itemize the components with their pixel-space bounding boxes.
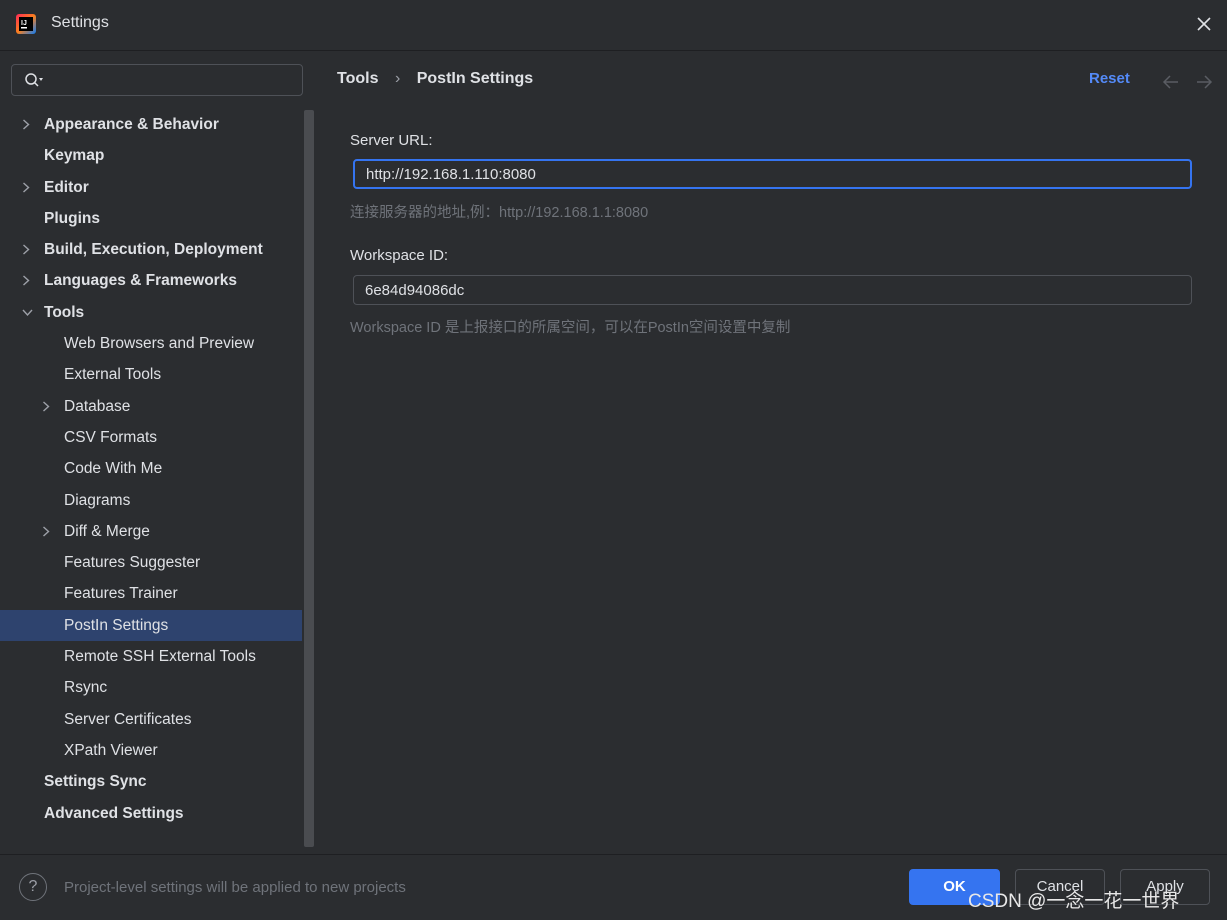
breadcrumb: Tools › PostIn Settings bbox=[337, 70, 533, 88]
watermark: CSDN @一念一花一世界 bbox=[968, 891, 1180, 912]
search-field[interactable] bbox=[11, 64, 303, 96]
forward-arrow-icon[interactable] bbox=[1195, 75, 1213, 89]
sidebar-item-build-execution-deployment[interactable]: Build, Execution, Deployment bbox=[0, 234, 302, 265]
sidebar-item-label: Features Suggester bbox=[64, 554, 201, 572]
sidebar-item-label: CSV Formats bbox=[64, 428, 158, 446]
sidebar-item-diagrams[interactable]: Diagrams bbox=[0, 485, 302, 516]
workspace-id-input[interactable] bbox=[354, 276, 1191, 304]
server-url-label: Server URL: bbox=[350, 132, 433, 149]
sidebar-item-label: Build, Execution, Deployment bbox=[44, 241, 263, 259]
sidebar-item-rsync[interactable]: Rsync bbox=[0, 672, 302, 703]
settings-sidebar: Appearance & Behavior Keymap Editor Plugins… bbox=[0, 51, 316, 854]
chevron-right-icon[interactable] bbox=[22, 182, 30, 193]
close-icon[interactable] bbox=[1193, 13, 1215, 35]
sidebar-item-plugins[interactable]: Plugins bbox=[0, 203, 302, 234]
sidebar-item-advanced-settings[interactable]: Advanced Settings bbox=[0, 798, 302, 829]
breadcrumb-parent[interactable]: Tools bbox=[337, 70, 378, 87]
chevron-right-icon[interactable] bbox=[22, 275, 30, 287]
sidebar-item-label: Diff & Merge bbox=[64, 522, 150, 540]
breadcrumb-current: PostIn Settings bbox=[416, 70, 534, 87]
sidebar-item-database[interactable]: Database bbox=[0, 391, 302, 422]
chevron-down-icon[interactable] bbox=[22, 309, 33, 317]
svg-text:IJ: IJ bbox=[21, 20, 27, 27]
help-button[interactable]: ? bbox=[19, 873, 47, 901]
sidebar-item-label: Diagrams bbox=[64, 491, 131, 509]
sidebar-item-web-browsers-and-preview[interactable]: Web Browsers and Preview bbox=[0, 328, 302, 359]
chevron-right-icon[interactable] bbox=[22, 119, 30, 130]
sidebar-item-label: Languages & Frameworks bbox=[44, 272, 237, 290]
sidebar-item-label: Remote SSH External Tools bbox=[64, 648, 256, 666]
search-input[interactable] bbox=[52, 69, 296, 93]
workspace-id-field[interactable] bbox=[353, 275, 1192, 305]
sidebar-item-remote-ssh-external-tools[interactable]: Remote SSH External Tools bbox=[0, 641, 302, 672]
server-url-hint: 连接服务器的地址,例：http://192.168.1.1:8080 bbox=[350, 205, 649, 221]
sidebar-item-features-suggester[interactable]: Features Suggester bbox=[0, 547, 302, 578]
sidebar-item-label: Tools bbox=[44, 303, 85, 321]
chevron-right-icon[interactable] bbox=[22, 244, 30, 255]
settings-content: Tools › PostIn Settings Reset Server URL… bbox=[316, 51, 1227, 854]
settings-tree: Appearance & Behavior Keymap Editor Plugins… bbox=[0, 109, 302, 829]
sidebar-item-external-tools[interactable]: External Tools bbox=[0, 359, 302, 390]
sidebar-item-csv-formats[interactable]: CSV Formats bbox=[0, 422, 302, 453]
workspace-id-label: Workspace ID: bbox=[350, 247, 449, 264]
workspace-id-hint: Workspace ID 是上报接口的所属空间，可以在PostIn空间设置中复制 bbox=[350, 320, 791, 336]
title-bar: IJ Settings bbox=[0, 0, 1227, 51]
sidebar-item-keymap[interactable]: Keymap bbox=[0, 140, 302, 171]
sidebar-item-settings-sync[interactable]: Settings Sync bbox=[0, 766, 302, 797]
reset-link[interactable]: Reset bbox=[1089, 70, 1130, 87]
back-arrow-icon[interactable] bbox=[1162, 75, 1180, 89]
sidebar-item-code-with-me[interactable]: Code With Me bbox=[0, 453, 302, 484]
sidebar-item-languages-frameworks[interactable]: Languages & Frameworks bbox=[0, 265, 302, 296]
sidebar-item-label: Settings Sync bbox=[44, 773, 147, 791]
footer-note: Project-level settings will be applied t… bbox=[64, 879, 406, 896]
sidebar-item-server-certificates[interactable]: Server Certificates bbox=[0, 704, 302, 735]
sidebar-item-label: Features Trainer bbox=[64, 585, 178, 603]
sidebar-item-label: Advanced Settings bbox=[44, 804, 184, 822]
sidebar-item-xpath-viewer[interactable]: XPath Viewer bbox=[0, 735, 302, 766]
sidebar-item-label: External Tools bbox=[64, 366, 162, 384]
server-url-field[interactable] bbox=[353, 159, 1192, 189]
sidebar-item-features-trainer[interactable]: Features Trainer bbox=[0, 578, 302, 609]
search-icon bbox=[25, 73, 43, 87]
sidebar-item-label: Web Browsers and Preview bbox=[64, 335, 255, 353]
sidebar-item-appearance-behavior[interactable]: Appearance & Behavior bbox=[0, 109, 302, 140]
sidebar-item-label: Plugins bbox=[44, 209, 100, 227]
sidebar-item-postin-settings[interactable]: PostIn Settings bbox=[0, 609, 302, 642]
sidebar-scrollbar[interactable] bbox=[304, 110, 314, 847]
sidebar-item-label: Code With Me bbox=[64, 460, 163, 478]
sidebar-item-label: Keymap bbox=[44, 147, 105, 165]
sidebar-item-label: Editor bbox=[44, 178, 89, 196]
sidebar-item-diff-merge[interactable]: Diff & Merge bbox=[0, 516, 302, 547]
dialog-footer: ? Project-level settings will be applied… bbox=[0, 854, 1227, 920]
sidebar-item-label: Appearance & Behavior bbox=[44, 116, 219, 133]
sidebar-item-label: Database bbox=[64, 397, 131, 415]
server-url-input[interactable] bbox=[355, 161, 1190, 187]
chevron-right-icon[interactable] bbox=[42, 401, 50, 412]
window-title: Settings bbox=[51, 14, 109, 31]
sidebar-item-editor[interactable]: Editor bbox=[0, 172, 302, 203]
sidebar-item-label: Rsync bbox=[64, 679, 108, 697]
chevron-right-icon[interactable] bbox=[42, 526, 50, 537]
breadcrumb-separator-icon: › bbox=[394, 70, 401, 87]
sidebar-item-label: PostIn Settings bbox=[64, 616, 169, 634]
sidebar-item-label: Server Certificates bbox=[64, 710, 192, 728]
intellij-logo-icon: IJ bbox=[16, 14, 36, 34]
sidebar-item-tools[interactable]: Tools bbox=[0, 297, 302, 328]
sidebar-item-label: XPath Viewer bbox=[64, 741, 158, 759]
